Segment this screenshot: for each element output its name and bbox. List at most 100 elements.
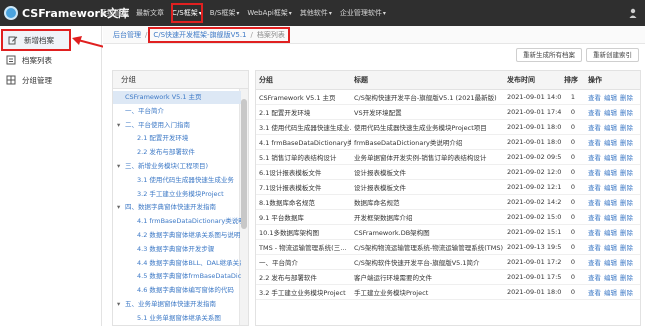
cell-actions: 查看 编辑 删除 [585,104,640,120]
view-link[interactable]: 查看 [588,274,601,282]
view-link[interactable]: 查看 [588,109,601,117]
table-body: CSFramework V5.1 主页 C/S架构快速开发平台-旗舰版V5.1 (… [256,89,640,300]
tree-item-label: 3.1 使用代码生成器快速生成业务 [137,175,234,184]
tree-item[interactable]: 4.1 frmBaseDataDictionary类说明 [113,215,241,228]
edit-link[interactable]: 编辑 [604,154,617,162]
edit-link[interactable]: 编辑 [604,124,617,132]
cell-group: 2.2 发布与部署软件 [256,269,351,285]
edit-link[interactable]: 编辑 [604,169,617,177]
cell-time: 2021-09-01 18:04 [504,119,561,135]
delete-link[interactable]: 删除 [620,259,633,267]
tree-item[interactable]: 4.2 数据字典窗体继承关系图与说明 [113,229,241,242]
view-link[interactable]: 查看 [588,244,601,252]
tree-caret-icon[interactable]: ▾ [117,160,125,173]
delete-link[interactable]: 删除 [620,244,633,252]
tree-item[interactable]: 2.2 发布与部署软件 [113,146,241,159]
delete-link[interactable]: 删除 [620,169,633,177]
edit-link[interactable]: 编辑 [604,109,617,117]
delete-link[interactable]: 删除 [620,154,633,162]
chevron-down-icon: ▾ [382,10,386,17]
nav-item[interactable]: WebApi框架▾ [243,0,295,26]
delete-link[interactable]: 删除 [620,109,633,117]
view-link[interactable]: 查看 [588,154,601,162]
regen-index-button[interactable]: 重新创建索引 [586,48,639,62]
regen-all-button[interactable]: 重新生成所有档案 [516,48,582,62]
tree-item-label: 四、数据字典窗体快速开发指南 [125,203,216,212]
edit-link[interactable]: 编辑 [604,289,617,297]
edit-link[interactable]: 编辑 [604,229,617,237]
delete-link[interactable]: 删除 [620,139,633,147]
view-link[interactable]: 查看 [588,229,601,237]
sidebar-item-group-manage[interactable]: 分组管理 [0,70,102,90]
delete-link[interactable]: 删除 [620,289,633,297]
delete-link[interactable]: 删除 [620,274,633,282]
view-link[interactable]: 查看 [588,184,601,192]
view-link[interactable]: 查看 [588,139,601,147]
tree-item[interactable]: 5.1 业务单据窗体继承关系图 [113,312,241,325]
edit-link[interactable]: 编辑 [604,259,617,267]
view-link[interactable]: 查看 [588,199,601,207]
table-row: TMS - 物流运输管理系统(三… C/S架构物流运输管理系统-物流运输管理系统(… [256,239,640,255]
delete-link[interactable]: 删除 [620,94,633,102]
tree-item-label: 2.2 发布与部署软件 [137,148,195,157]
delete-link[interactable]: 删除 [620,124,633,132]
toolbar: 重新生成所有档案 重新创建索引 [516,48,639,62]
tree-item[interactable]: ▾ 五、业务单据窗体快速开发指南 [113,298,241,311]
edit-link[interactable]: 编辑 [604,184,617,192]
sidebar-item-archive-list[interactable]: 档案列表 [0,50,102,70]
tree-item[interactable]: 3.1 使用代码生成器快速生成业务 [113,174,241,187]
nav-item[interactable]: 企业管理软件▾ [336,0,390,26]
breadcrumb-section[interactable]: C/S快速开发框架-旗舰版V5.1 [153,30,246,40]
edit-link[interactable]: 编辑 [604,139,617,147]
tree-item-label: 4.3 数据字典窗体开发步骤 [137,244,215,253]
breadcrumb-home[interactable]: 后台管理 [113,30,141,40]
tree-caret-icon[interactable]: ▾ [117,298,125,311]
breadcrumb-separator: / [250,30,253,39]
column-header: 标题 [351,71,504,90]
delete-link[interactable]: 删除 [620,199,633,207]
tree-item[interactable]: ▾ 三、新增业务模块(工程项目) [113,160,241,173]
scrollbar-thumb[interactable] [241,99,247,229]
tree-caret-icon[interactable]: ▾ [117,201,125,214]
user-menu-icon[interactable] [629,8,637,18]
view-link[interactable]: 查看 [588,214,601,222]
nav-item[interactable]: C/S框架▾ [168,0,206,26]
tree-item[interactable]: 4.5 数据字典窗体frmBaseDataDictionary [113,270,241,283]
sidebar-item-new-archive[interactable]: 新增档案 [1,29,71,51]
view-link[interactable]: 查看 [588,289,601,297]
edit-link[interactable]: 编辑 [604,274,617,282]
view-link[interactable]: 查看 [588,124,601,132]
tree-item[interactable]: ▾ 四、数据字典窗体快速开发指南 [113,201,241,214]
tree-item[interactable]: 2.1 配置开发环境 [113,132,241,145]
delete-link[interactable]: 删除 [620,214,633,222]
cell-group: CSFramework V5.1 主页 [256,89,351,105]
column-header: 分组 [256,71,351,90]
cell-title: 业务单据窗体开发实例-销售订单的表结构设计 [351,149,504,165]
tree-item[interactable]: 4.4 数据字典窗体BLL、DAL继承关系 [113,257,241,270]
nav-item[interactable]: 最新文章 [132,0,168,26]
nav-item[interactable]: B/S框架▾ [206,0,244,26]
tree-item[interactable]: 3.2 手工建立业务模块Project [113,188,241,201]
view-link[interactable]: 查看 [588,94,601,102]
tree-item[interactable]: ▾ 二、平台使用入门指南 [113,119,241,132]
cell-order: 0 [561,149,585,165]
view-link[interactable]: 查看 [588,169,601,177]
cell-group: 9.1 平台数据库 [256,209,351,225]
nav-item[interactable]: 系统管理 [96,0,132,26]
tree-item[interactable]: CSFramework V5.1 主页 [113,91,241,104]
table-row: 9.1 平台数据库 开发框架数据库介绍 2021-09-02 15:09 0 查看 编辑删… [256,209,640,225]
delete-link[interactable]: 删除 [620,229,633,237]
tree-item[interactable]: 4.3 数据字典窗体开发步骤 [113,243,241,256]
tree-item[interactable]: 4.6 数据字典窗体编写窗体的代码 [113,284,241,297]
table-row: 5.1 销售订单的表结构设计 业务单据窗体开发实例-销售订单的表结构设计 2021-… [256,149,640,165]
tree-caret-icon[interactable]: ▾ [117,119,125,132]
edit-link[interactable]: 编辑 [604,199,617,207]
tree-item[interactable]: 一、平台简介 [113,105,241,118]
edit-icon [8,35,18,45]
edit-link[interactable]: 编辑 [604,94,617,102]
view-link[interactable]: 查看 [588,259,601,267]
nav-item[interactable]: 其他软件▾ [296,0,336,26]
edit-link[interactable]: 编辑 [604,244,617,252]
delete-link[interactable]: 删除 [620,184,633,192]
edit-link[interactable]: 编辑 [604,214,617,222]
